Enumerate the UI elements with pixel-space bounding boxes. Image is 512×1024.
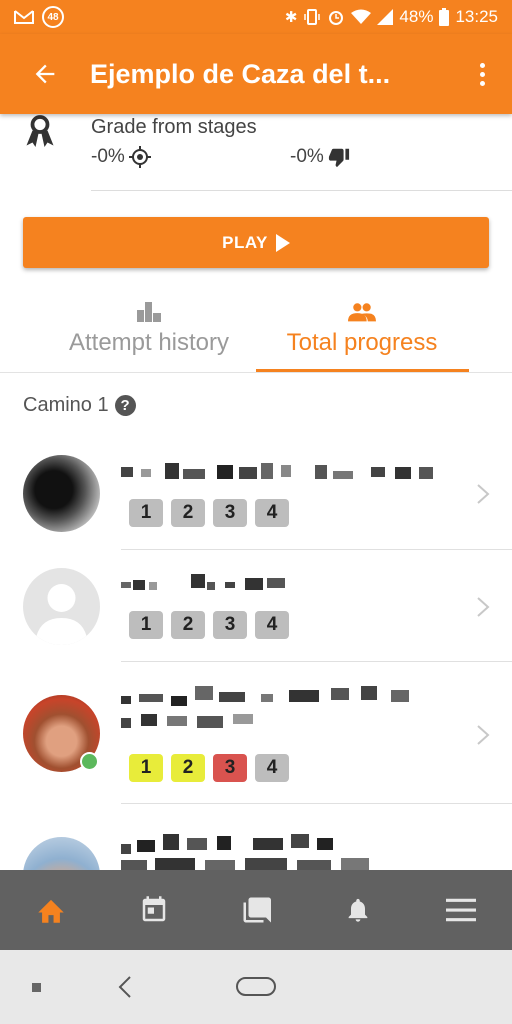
stage-badges: 1 2 3 4 [129,499,289,527]
stage-badge-partial: 1 [129,754,163,782]
chevron-right-icon [477,597,490,617]
alarm-icon [329,11,344,25]
list-item[interactable] [0,804,512,870]
bar-chart-icon [137,302,161,322]
nav-notifications[interactable] [307,870,409,950]
signal-icon [377,9,394,25]
grade-correct: -0% [91,146,151,168]
calendar-icon [142,896,165,922]
section-title: Camino 1 [23,394,109,416]
list-item[interactable]: 1 2 3 4 [0,550,512,662]
status-left: 48 [14,6,64,28]
stage-badge: 1 [129,611,163,639]
back-button[interactable] [0,34,90,114]
wifi-icon [351,9,372,24]
app-bar: Ejemplo de Caza del t... [0,34,512,114]
target-icon [128,146,151,168]
list-item[interactable]: 1 2 3 4 [0,662,512,804]
grade-correct-value: -0% [91,146,125,167]
stage-badges: 1 2 3 4 [129,611,289,639]
status-bar: 48 ✱ 48% 13:25 [0,0,512,34]
stage-badge: 2 [171,499,205,527]
bluetooth-icon: ✱ [284,9,298,26]
tab-attempt-history[interactable]: Attempt history [43,295,255,373]
status-right: ✱ 48% 13:25 [285,7,498,27]
online-status-indicator [80,752,99,771]
stage-badge: 1 [129,499,163,527]
list-item[interactable]: 1 2 3 4 [0,445,512,550]
notification-count-badge: 48 [42,6,64,28]
gmail-icon [14,10,34,24]
vibrate-icon [304,9,321,25]
page-title: Ejemplo de Caza del t... [90,58,391,89]
stage-badge: 3 [213,499,247,527]
tab-total-progress[interactable]: Total progress [256,295,468,373]
grade-wrong: -0% [290,146,350,168]
section-header: Camino 1 ? [23,394,136,417]
tab-bar: Attempt history Total progress [0,295,512,373]
pixelated-name [121,686,409,728]
nav-menu[interactable] [410,870,512,950]
stage-badge: 2 [171,611,205,639]
play-icon [275,233,290,252]
tab-label: Total progress [286,329,438,356]
pixelated-name [121,834,369,870]
menu-icon [445,898,476,922]
system-navigation-bar [0,950,512,1024]
nav-home[interactable] [0,870,102,950]
bottom-navigation [0,870,512,950]
chat-icon [243,897,272,923]
stage-badge: 4 [255,754,289,782]
clock: 13:25 [455,7,498,26]
award-icon [26,115,54,147]
nav-calendar[interactable] [102,870,204,950]
home-icon [38,899,64,923]
more-vert-icon [479,62,485,68]
stage-badge: 4 [255,499,289,527]
play-button[interactable]: PLAY [23,217,489,268]
grade-label: Grade from stages [91,116,257,138]
avatar [23,837,100,870]
help-icon[interactable]: ? [114,395,136,416]
recent-apps-icon[interactable] [32,983,41,992]
stage-badge-failed: 3 [213,754,247,782]
tab-label: Attempt history [68,329,230,356]
stage-badges: 1 2 3 4 [129,754,289,782]
chevron-right-icon [477,484,490,504]
stage-badge: 3 [213,611,247,639]
chevron-right-icon [477,725,490,745]
pixelated-name [121,463,433,479]
system-back-icon[interactable] [118,975,132,999]
pixelated-name [121,574,285,590]
stage-badge-partial: 2 [171,754,205,782]
play-label: PLAY [222,232,268,252]
people-icon [348,303,376,322]
bell-icon [349,898,368,922]
more-options-button[interactable] [452,34,512,114]
avatar-placeholder [23,568,100,645]
battery-icon [439,8,450,26]
system-home-button[interactable] [236,977,276,996]
arrow-back-icon [35,64,55,84]
divider [91,190,512,191]
grade-wrong-value: -0% [290,146,324,167]
battery-percent: 48% [399,7,434,26]
active-tab-indicator [256,369,469,372]
avatar [23,455,100,532]
default-user-icon [35,584,88,645]
nav-messages[interactable] [205,870,307,950]
grade-section: Grade from stages -0% -0% [0,114,512,194]
stage-badge: 4 [255,611,289,639]
thumb-down-icon [328,148,349,168]
